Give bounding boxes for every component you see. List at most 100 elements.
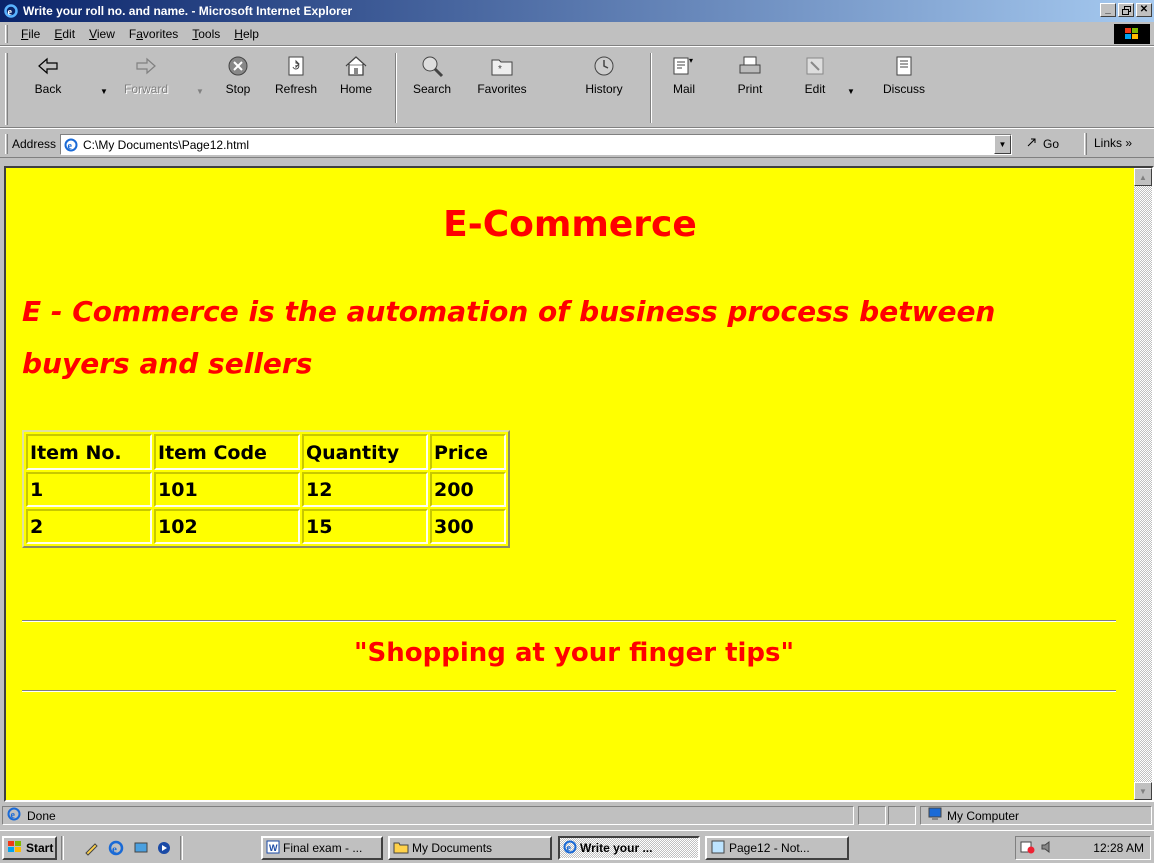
address-grip[interactable] bbox=[5, 134, 8, 154]
svg-text:e: e bbox=[11, 810, 16, 821]
window-title: Write your roll no. and name. - Microsof… bbox=[23, 4, 353, 18]
menu-favorites[interactable]: Favorites bbox=[122, 25, 185, 43]
table-cell: 102 bbox=[154, 509, 300, 544]
svg-text:*: * bbox=[498, 64, 502, 75]
task-write-your[interactable]: e Write your ... bbox=[558, 836, 700, 860]
folder-icon bbox=[393, 840, 409, 857]
search-globe-icon bbox=[419, 53, 445, 79]
search-button[interactable]: Search bbox=[406, 53, 458, 96]
windows-flag-icon bbox=[1114, 24, 1150, 44]
forward-button[interactable]: Forward bbox=[120, 53, 172, 96]
menu-file[interactable]: File bbox=[14, 25, 47, 43]
status-secure-cell bbox=[888, 806, 916, 825]
status-text: Done bbox=[27, 808, 56, 823]
menu-bar: File Edit View Favorites Tools Help bbox=[0, 22, 1154, 46]
scroll-up-icon[interactable]: ▲ bbox=[1134, 168, 1152, 186]
mail-button[interactable]: ▾ Mail bbox=[658, 53, 710, 96]
taskbar: Start e W Final exam - ... My Documents … bbox=[0, 830, 1154, 863]
taskbar-separator bbox=[61, 836, 64, 860]
minimize-button[interactable]: _ bbox=[1100, 3, 1116, 17]
table-header-cell: Item Code bbox=[154, 434, 300, 470]
menu-tools[interactable]: Tools bbox=[185, 25, 227, 43]
table-row: 1 101 12 200 bbox=[26, 472, 506, 507]
favorites-button[interactable]: * Favorites bbox=[476, 53, 528, 96]
content-frame: E-Commerce E - Commerce is the automatio… bbox=[4, 166, 1154, 802]
title-bar[interactable]: e Write your roll no. and name. - Micros… bbox=[0, 0, 1154, 22]
ie-quicklaunch-icon[interactable]: e bbox=[107, 839, 125, 857]
taskbar-separator bbox=[180, 836, 183, 860]
home-button[interactable]: Home bbox=[330, 53, 382, 96]
status-main: e Done bbox=[2, 806, 854, 825]
stop-button[interactable]: Stop bbox=[212, 53, 264, 96]
horizontal-rule bbox=[22, 690, 1116, 692]
scroll-down-icon[interactable]: ▼ bbox=[1134, 782, 1152, 800]
system-tray: 12:28 AM bbox=[1015, 836, 1151, 860]
menu-help[interactable]: Help bbox=[227, 25, 266, 43]
svg-text:e: e bbox=[567, 843, 572, 854]
back-button[interactable]: Back bbox=[22, 53, 74, 96]
task-notepad[interactable]: Page12 - Not... bbox=[705, 836, 849, 860]
notepad-icon bbox=[710, 840, 726, 857]
menu-grip[interactable] bbox=[5, 25, 8, 43]
ie-task-icon: e bbox=[563, 840, 577, 857]
table-header-cell: Quantity bbox=[302, 434, 428, 470]
edit-button[interactable]: Edit bbox=[789, 53, 841, 96]
clock[interactable]: 12:28 AM bbox=[1093, 841, 1144, 855]
table-header-cell: Item No. bbox=[26, 434, 152, 470]
table-cell: 15 bbox=[302, 509, 428, 544]
scheduler-icon[interactable] bbox=[1020, 840, 1036, 857]
computer-icon bbox=[927, 807, 943, 824]
task-my-documents[interactable]: My Documents bbox=[388, 836, 552, 860]
svg-text:e: e bbox=[8, 7, 13, 18]
table-cell: 1 bbox=[26, 472, 152, 507]
toolbar-grip[interactable] bbox=[5, 53, 8, 125]
home-icon bbox=[343, 53, 369, 79]
volume-icon[interactable] bbox=[1040, 840, 1054, 857]
vertical-scrollbar[interactable]: ▲ ▼ bbox=[1134, 168, 1152, 800]
page-description: E - Commerce is the automation of busine… bbox=[22, 295, 996, 380]
address-dropdown-icon[interactable]: ▼ bbox=[994, 135, 1011, 154]
svg-text:e: e bbox=[112, 844, 117, 856]
address-bar: Address e C:\My Documents\Page12.html ▼ … bbox=[0, 128, 1154, 158]
svg-text:▾: ▾ bbox=[689, 56, 693, 65]
menu-edit[interactable]: Edit bbox=[47, 25, 82, 43]
close-button[interactable]: ✕ bbox=[1136, 3, 1152, 17]
items-table: Item No. Item Code Quantity Price 1 101 … bbox=[22, 430, 510, 548]
refresh-icon bbox=[283, 53, 309, 79]
refresh-button[interactable]: Refresh bbox=[270, 53, 322, 96]
task-final-exam[interactable]: W Final exam - ... bbox=[261, 836, 383, 860]
back-dropdown-icon[interactable]: ▼ bbox=[100, 87, 108, 96]
table-header-row: Item No. Item Code Quantity Price bbox=[26, 434, 506, 470]
mail-icon: ▾ bbox=[671, 53, 697, 79]
start-button[interactable]: Start bbox=[2, 836, 57, 860]
edit-pencil-icon[interactable] bbox=[82, 839, 100, 857]
show-desktop-icon[interactable] bbox=[132, 839, 150, 857]
page-done-icon: e bbox=[7, 807, 21, 824]
stop-icon bbox=[225, 53, 251, 79]
status-bar: e Done My Computer bbox=[0, 804, 1154, 826]
media-player-icon[interactable] bbox=[155, 839, 173, 857]
links-button[interactable]: Links » bbox=[1094, 136, 1132, 150]
restore-icon bbox=[1121, 5, 1131, 15]
windows-logo-icon bbox=[7, 840, 23, 857]
page-viewport: E-Commerce E - Commerce is the automatio… bbox=[6, 168, 1134, 800]
slogan-text: "Shopping at your finger tips" bbox=[354, 638, 795, 668]
svg-text:e: e bbox=[68, 141, 73, 152]
discuss-button[interactable]: Discuss bbox=[873, 53, 935, 96]
go-arrow-icon bbox=[1026, 136, 1040, 151]
forward-arrow-icon bbox=[133, 53, 159, 79]
table-header-cell: Price bbox=[430, 434, 506, 470]
table-cell: 300 bbox=[430, 509, 506, 544]
maximize-button[interactable] bbox=[1118, 3, 1134, 17]
address-input[interactable]: e C:\My Documents\Page12.html ▼ bbox=[60, 134, 1012, 155]
status-progress-cell bbox=[858, 806, 886, 825]
standard-toolbar: Back ▼ Forward ▼ Stop Refresh Home Searc… bbox=[0, 46, 1154, 128]
status-zone: My Computer bbox=[920, 806, 1152, 825]
edit-dropdown-icon[interactable]: ▼ bbox=[847, 87, 855, 96]
history-button[interactable]: History bbox=[578, 53, 630, 96]
go-button[interactable]: Go bbox=[1026, 136, 1059, 151]
menu-view[interactable]: View bbox=[82, 25, 122, 43]
print-button[interactable]: Print bbox=[724, 53, 776, 96]
forward-dropdown-icon[interactable]: ▼ bbox=[196, 87, 204, 96]
toolbar-separator bbox=[395, 53, 397, 123]
